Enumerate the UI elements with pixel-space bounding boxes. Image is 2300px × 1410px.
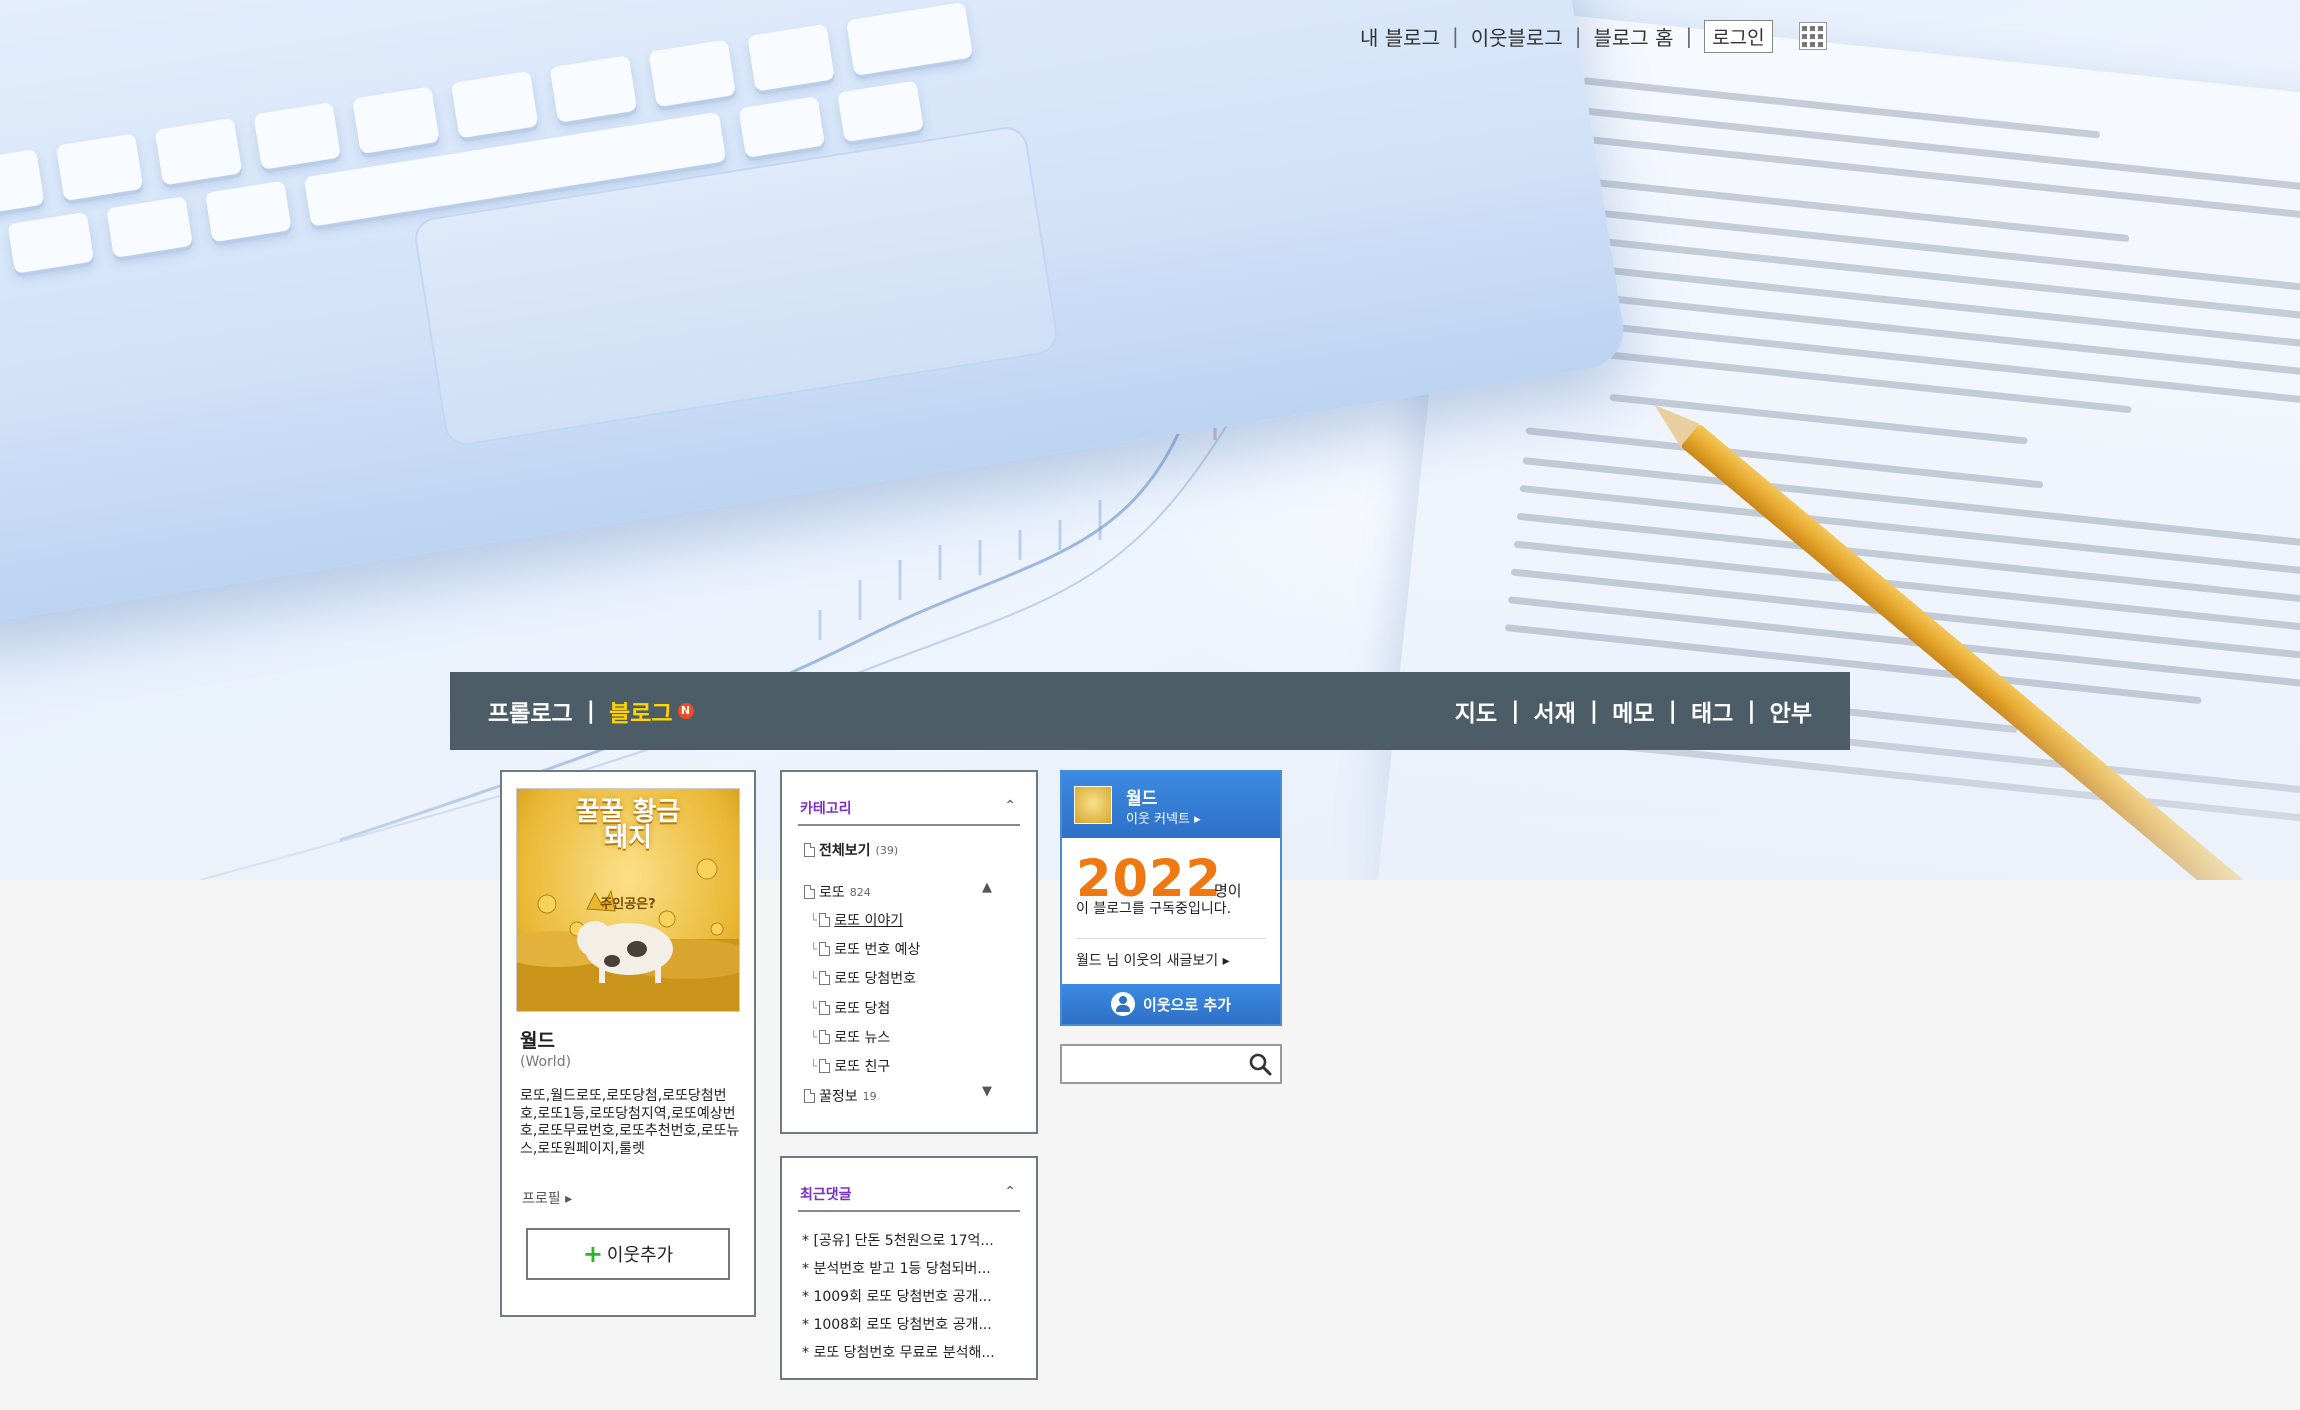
category-item-lotto-win[interactable]: └ 로또 당첨 (810, 998, 890, 1018)
blog-owner-id: (World) (520, 1054, 572, 1070)
document-icon (804, 885, 815, 899)
blog-home-link[interactable]: 블로그 홈 (1593, 22, 1673, 51)
comment-item[interactable]: * 분석번호 받고 1등 당첨되버... (802, 1258, 991, 1278)
top-links-bar: 내 블로그 | 이웃블로그 | 블로그 홈 | 로그인 (1360, 19, 1827, 53)
add-neighbor-label: 이웃추가 (606, 1245, 674, 1266)
login-button[interactable]: 로그인 (1704, 19, 1773, 53)
category-item-lotto-news[interactable]: └ 로또 뉴스 (810, 1027, 890, 1047)
menu-blog[interactable]: 블로그 (609, 694, 672, 728)
profile-image-title: 꿀꿀 황금 돼지 (575, 797, 681, 853)
search-icon[interactable] (1248, 1052, 1272, 1076)
category-item-lotto[interactable]: 로또 824 (804, 882, 871, 902)
category-title: 카테고리 (800, 801, 852, 817)
new-badge-icon: N (677, 703, 694, 719)
profile-link[interactable]: 프로필 ▸ (522, 1188, 572, 1208)
category-item-lotto-prediction[interactable]: └ 로또 번호 예상 (810, 939, 920, 959)
blog-thumbnail (1074, 786, 1112, 824)
separator: | (1747, 698, 1756, 724)
expand-triangle-icon[interactable]: ▼ (982, 1084, 992, 1099)
category-widget: 카테고리 ⌃ 전체보기 (39) 로또 824 ▲ └ 로또 이야기 └ 로또 … (780, 770, 1038, 1134)
comment-item[interactable]: * 1009회 로또 당첨번호 공개... (802, 1286, 992, 1306)
category-item-lotto-friend[interactable]: └ 로또 친구 (810, 1056, 890, 1076)
separator: | (1451, 24, 1459, 48)
blog-search (1060, 1044, 1282, 1084)
profile-image[interactable]: 꿀꿀 황금 돼지 주인공은? (516, 788, 740, 1012)
menu-library[interactable]: 서재 (1533, 694, 1575, 728)
collapse-icon[interactable]: ⌃ (1004, 1184, 1016, 1200)
comment-item[interactable]: * 로또 당첨번호 무료로 분석해... (802, 1342, 995, 1362)
separator: | (586, 698, 596, 724)
category-item-tips[interactable]: 꿀정보 19 (804, 1086, 877, 1106)
plus-icon: + (582, 1240, 603, 1268)
separator: | (1574, 24, 1582, 48)
document-icon (819, 1030, 831, 1044)
neighbor-widget-header: 월드 이웃 커넥트 ▸ (1062, 772, 1280, 838)
menu-tag[interactable]: 태그 (1691, 694, 1733, 728)
neighbor-blog-link[interactable]: 이웃블로그 (1471, 22, 1563, 51)
blog-description: 로또,월드로또,로또당첨,로또당첨번호,로또1등,로또당첨지역,로또예상번호,로… (520, 1088, 740, 1157)
person-icon (1110, 992, 1135, 1016)
document-icon (819, 1059, 831, 1073)
recent-comments-widget: 최근댓글 ⌃ * [공유] 단돈 5천원으로 17억... * 분석번호 받고 … (780, 1156, 1038, 1380)
comment-item[interactable]: * 1008회 로또 당첨번호 공개... (802, 1314, 992, 1334)
collapse-triangle-icon[interactable]: ▲ (982, 880, 992, 895)
neighbor-widget: 월드 이웃 커넥트 ▸ 2022 명이 이 블로그를 구독중입니다. 월드 님 … (1060, 770, 1282, 1026)
separator: | (1668, 698, 1677, 724)
document-icon (819, 942, 831, 956)
separator: | (1589, 698, 1599, 724)
add-as-neighbor-label: 이웃으로 추가 (1142, 995, 1232, 1014)
document-icon (819, 913, 831, 927)
grid-icon[interactable] (1798, 22, 1827, 50)
blog-owner-name: 월드 (520, 1030, 555, 1052)
category-item-lotto-story[interactable]: └ 로또 이야기 (810, 910, 903, 930)
add-as-neighbor-button[interactable]: 이웃으로 추가 (1062, 984, 1280, 1024)
category-item-all[interactable]: 전체보기 (39) (804, 840, 898, 860)
separator: | (1511, 698, 1520, 724)
comment-item[interactable]: * [공유] 단돈 5천원으로 17억... (802, 1230, 994, 1250)
category-item-lotto-numbers[interactable]: └ 로또 당첨번호 (810, 968, 916, 988)
document-icon (804, 1089, 815, 1103)
collapse-icon[interactable]: ⌃ (1004, 798, 1016, 814)
neighbor-new-posts-link[interactable]: 월드 님 이웃의 새글보기 ▸ (1076, 950, 1230, 970)
subscriber-description: 이 블로그를 구독중입니다. (1076, 901, 1232, 917)
divider (1076, 938, 1266, 939)
profile-widget: 꿀꿀 황금 돼지 주인공은? 월드 (World) 로또,월드로또,로또당첨,로… (500, 770, 756, 1317)
menu-guestbook[interactable]: 안부 (1770, 694, 1812, 728)
recent-comments-title: 최근댓글 (800, 1187, 852, 1203)
document-icon (819, 971, 831, 985)
menu-prologue[interactable]: 프롤로그 (488, 694, 573, 728)
menu-map[interactable]: 지도 (1455, 694, 1497, 728)
document-icon (819, 1001, 831, 1015)
neighbor-connect-link[interactable]: 이웃 커넥트 ▸ (1126, 808, 1201, 827)
menu-memo[interactable]: 메모 (1612, 694, 1654, 728)
separator: | (1685, 24, 1693, 48)
my-blog-link[interactable]: 내 블로그 (1360, 22, 1440, 51)
document-icon (804, 843, 815, 857)
blog-menu-bar: 프롤로그 | 블로그 N 지도 | 서재 | 메모 | 태그 | 안부 (450, 672, 1850, 750)
profile-image-subtitle: 주인공은? (600, 897, 656, 912)
add-neighbor-button[interactable]: + 이웃추가 (526, 1228, 730, 1280)
neighbor-blog-name: 월드 (1126, 789, 1158, 809)
search-input[interactable] (1066, 1050, 1240, 1080)
